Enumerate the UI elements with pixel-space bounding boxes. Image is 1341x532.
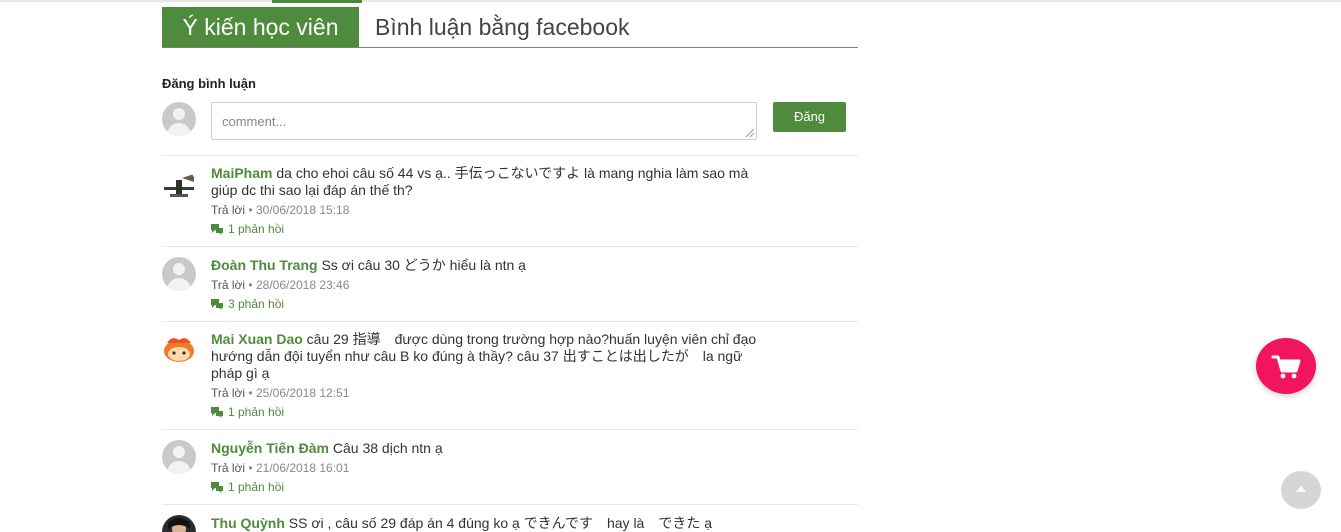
comment-author[interactable]: Thu Quỳnh (211, 515, 285, 531)
comment-body: da cho ehoi câu số 44 vs ạ.. 手伝っこないですよ l… (211, 165, 749, 198)
comment-date: 21/06/2018 16:01 (255, 461, 350, 475)
comment-text: Đoàn Thu Trang Ss ơi câu 30 どうか hiểu là … (211, 257, 771, 274)
comment-text: Nguyễn Tiến Đàm Câu 38 dịch ntn ạ (211, 440, 771, 457)
comment-date: 28/06/2018 23:46 (255, 278, 350, 292)
comment-date: 25/06/2018 12:51 (255, 386, 350, 400)
tab-facebook-comments[interactable]: Bình luận bằng facebook (375, 7, 629, 47)
reply-link[interactable]: Trả lời (211, 203, 245, 217)
reply-link[interactable]: Trả lời (211, 461, 245, 475)
cart-button[interactable] (1256, 338, 1316, 394)
comment-text: Thu Quỳnh SS ơi , câu số 29 đáp án 4 đún… (211, 515, 771, 532)
comment-icon (211, 407, 223, 418)
comment-author[interactable]: Đoàn Thu Trang (211, 257, 318, 273)
scroll-to-top-button[interactable] (1281, 471, 1321, 509)
replies-count[interactable]: 3 phản hồi (228, 297, 284, 311)
comment-text: Mai Xuan Dao câu 29 指導 được dùng trong t… (211, 331, 771, 382)
comment-body: Ss ơi câu 30 どうか hiểu là ntn ạ (317, 257, 526, 273)
meta-separator: • (245, 386, 256, 400)
comment-date: 30/06/2018 15:18 (255, 203, 350, 217)
replies-count[interactable]: 1 phản hồi (228, 480, 284, 494)
meta-separator: • (245, 461, 256, 475)
comment-icon (211, 299, 223, 310)
post-comment-label: Đăng bình luận (162, 76, 256, 91)
arrow-up-icon (1296, 486, 1306, 492)
reply-link[interactable]: Trả lời (211, 386, 245, 400)
reply-link[interactable]: Trả lời (211, 278, 245, 292)
comment-item: Nguyễn Tiến Đàm Câu 38 dịch ntn ạ Trả lờ… (162, 429, 858, 505)
user-avatar (162, 331, 196, 365)
replies-link[interactable]: 1 phản hồi (211, 405, 771, 420)
comment-item: Đoàn Thu Trang Ss ơi câu 30 どうか hiểu là … (162, 246, 858, 322)
comment-icon (211, 224, 223, 235)
comment-item: Thu Quỳnh SS ơi , câu số 29 đáp án 4 đún… (162, 504, 858, 532)
comment-placeholder: comment... (222, 114, 287, 129)
replies-link[interactable]: 1 phản hồi (211, 222, 771, 237)
meta-separator: • (245, 203, 256, 217)
replies-link[interactable]: 1 phản hồi (211, 480, 771, 495)
replies-count[interactable]: 1 phản hồi (228, 405, 284, 419)
comment-body: SS ơi , câu số 29 đáp án 4 đúng ko ạ できん… (284, 515, 713, 531)
user-avatar (162, 257, 196, 291)
replies-count[interactable]: 1 phản hồi (228, 222, 284, 236)
comment-author[interactable]: Mai Xuan Dao (211, 331, 303, 347)
top-divider (0, 0, 1341, 2)
comment-item: Mai Xuan Dao câu 29 指導 được dùng trong t… (162, 321, 858, 430)
cart-icon (1271, 355, 1301, 379)
user-avatar (162, 440, 196, 474)
comment-meta: Trả lời • 21/06/2018 16:01 (211, 461, 771, 476)
comment-text: MaiPham da cho ehoi câu số 44 vs ạ.. 手伝っ… (211, 165, 771, 199)
current-user-avatar (162, 102, 196, 136)
meta-separator: • (245, 278, 256, 292)
replies-link[interactable]: 3 phản hồi (211, 297, 771, 312)
comment-tabs: Ý kiến học viên Bình luận bằng facebook (162, 7, 858, 48)
resize-handle-icon[interactable] (746, 129, 754, 137)
comment-meta: Trả lời • 28/06/2018 23:46 (211, 278, 771, 293)
user-avatar (162, 168, 196, 202)
comment-meta: Trả lời • 30/06/2018 15:18 (211, 203, 771, 218)
user-avatar (162, 515, 196, 532)
top-accent-bar (272, 0, 362, 3)
comment-input[interactable]: comment... (211, 102, 757, 140)
comment-author[interactable]: Nguyễn Tiến Đàm (211, 440, 329, 456)
comment-meta: Trả lời • 25/06/2018 12:51 (211, 386, 771, 401)
comment-body: Câu 38 dịch ntn ạ (329, 440, 443, 456)
comment-item: MaiPham da cho ehoi câu số 44 vs ạ.. 手伝っ… (162, 155, 858, 247)
post-comment-button[interactable]: Đăng (773, 102, 846, 132)
comment-author[interactable]: MaiPham (211, 165, 272, 181)
comment-icon (211, 482, 223, 493)
tab-student-feedback[interactable]: Ý kiến học viên (162, 7, 359, 47)
